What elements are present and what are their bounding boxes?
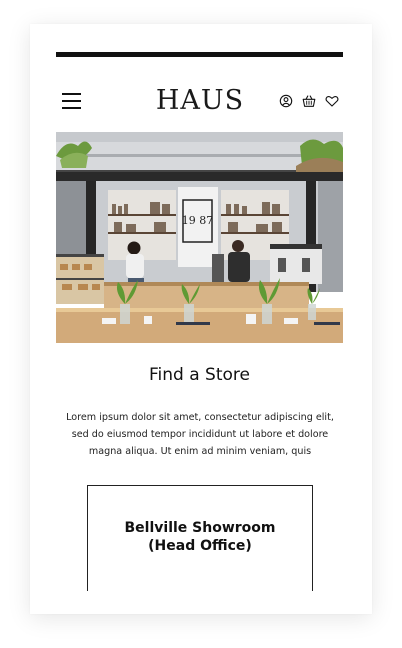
basket-icon[interactable] (302, 94, 316, 108)
user-icon[interactable] (279, 94, 293, 108)
hero-sign: 19 87 (182, 214, 214, 227)
section-body: Lorem ipsum dolor sit amet, consectetur … (66, 412, 334, 457)
store-card-bellville[interactable]: Bellville Showroom (Head Office) (87, 485, 313, 591)
header: HAUS (56, 84, 343, 118)
status-bar (56, 52, 343, 57)
section-title: Find a Store (149, 365, 250, 385)
menu-icon[interactable] (62, 93, 82, 110)
phone-frame: HAUS 19 87 Find a Store Lorem ipsum dolo… (30, 24, 372, 614)
brand-logo[interactable]: HAUS (152, 84, 248, 118)
heart-icon[interactable] (325, 94, 339, 108)
store-name-line2: (Head Office) (148, 538, 252, 554)
header-actions (279, 94, 339, 108)
hero-image: 19 87 (56, 132, 343, 343)
store-name-line1: Bellville Showroom (124, 520, 276, 536)
store-name: Bellville Showroom (Head Office) (88, 519, 312, 555)
